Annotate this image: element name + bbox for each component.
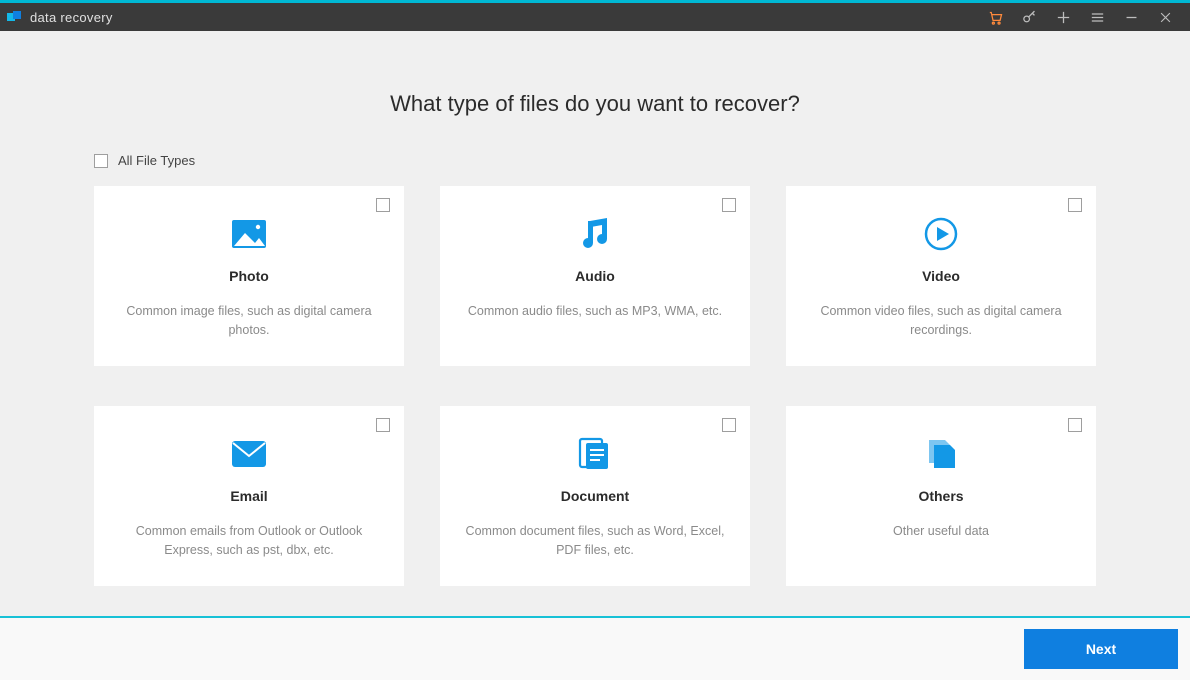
- card-email-title: Email: [230, 488, 267, 504]
- app-logo-icon: [6, 9, 22, 25]
- card-photo[interactable]: Photo Common image files, such as digita…: [94, 186, 404, 366]
- card-video-desc: Common video files, such as digital came…: [811, 302, 1071, 340]
- cart-icon[interactable]: [978, 3, 1012, 31]
- card-others[interactable]: Others Other useful data: [786, 406, 1096, 586]
- titlebar: data recovery: [0, 3, 1190, 31]
- card-others-title: Others: [918, 488, 963, 504]
- file-type-cards: Photo Common image files, such as digita…: [94, 186, 1096, 586]
- card-document-title: Document: [561, 488, 629, 504]
- key-icon[interactable]: [1012, 3, 1046, 31]
- card-email-desc: Common emails from Outlook or Outlook Ex…: [119, 522, 379, 560]
- app-title: data recovery: [30, 10, 113, 25]
- all-file-types-checkbox[interactable]: [94, 154, 108, 168]
- files-icon: [923, 434, 959, 474]
- card-audio-title: Audio: [575, 268, 615, 284]
- all-file-types-row[interactable]: All File Types: [94, 153, 1096, 168]
- card-email[interactable]: Email Common emails from Outlook or Outl…: [94, 406, 404, 586]
- card-video-checkbox[interactable]: [1068, 198, 1082, 212]
- card-photo-title: Photo: [229, 268, 269, 284]
- main-content: What type of files do you want to recove…: [0, 31, 1190, 616]
- card-others-checkbox[interactable]: [1068, 418, 1082, 432]
- card-audio-checkbox[interactable]: [722, 198, 736, 212]
- music-icon: [579, 214, 611, 254]
- card-others-desc: Other useful data: [893, 522, 989, 541]
- minimize-icon[interactable]: [1114, 3, 1148, 31]
- card-photo-desc: Common image files, such as digital came…: [119, 302, 379, 340]
- card-video-title: Video: [922, 268, 960, 284]
- next-button[interactable]: Next: [1024, 629, 1178, 669]
- card-document-checkbox[interactable]: [722, 418, 736, 432]
- card-document-desc: Common document files, such as Word, Exc…: [465, 522, 725, 560]
- mail-icon: [231, 434, 267, 474]
- card-video[interactable]: Video Common video files, such as digita…: [786, 186, 1096, 366]
- plus-icon[interactable]: [1046, 3, 1080, 31]
- image-icon: [231, 214, 267, 254]
- close-icon[interactable]: [1148, 3, 1182, 31]
- all-file-types-label: All File Types: [118, 153, 195, 168]
- footer-bar: Next: [0, 616, 1190, 680]
- card-document[interactable]: Document Common document files, such as …: [440, 406, 750, 586]
- card-email-checkbox[interactable]: [376, 418, 390, 432]
- play-circle-icon: [923, 214, 959, 254]
- page-heading: What type of files do you want to recove…: [390, 91, 800, 117]
- card-photo-checkbox[interactable]: [376, 198, 390, 212]
- card-audio[interactable]: Audio Common audio files, such as MP3, W…: [440, 186, 750, 366]
- card-audio-desc: Common audio files, such as MP3, WMA, et…: [468, 302, 722, 321]
- document-icon: [577, 434, 613, 474]
- menu-icon[interactable]: [1080, 3, 1114, 31]
